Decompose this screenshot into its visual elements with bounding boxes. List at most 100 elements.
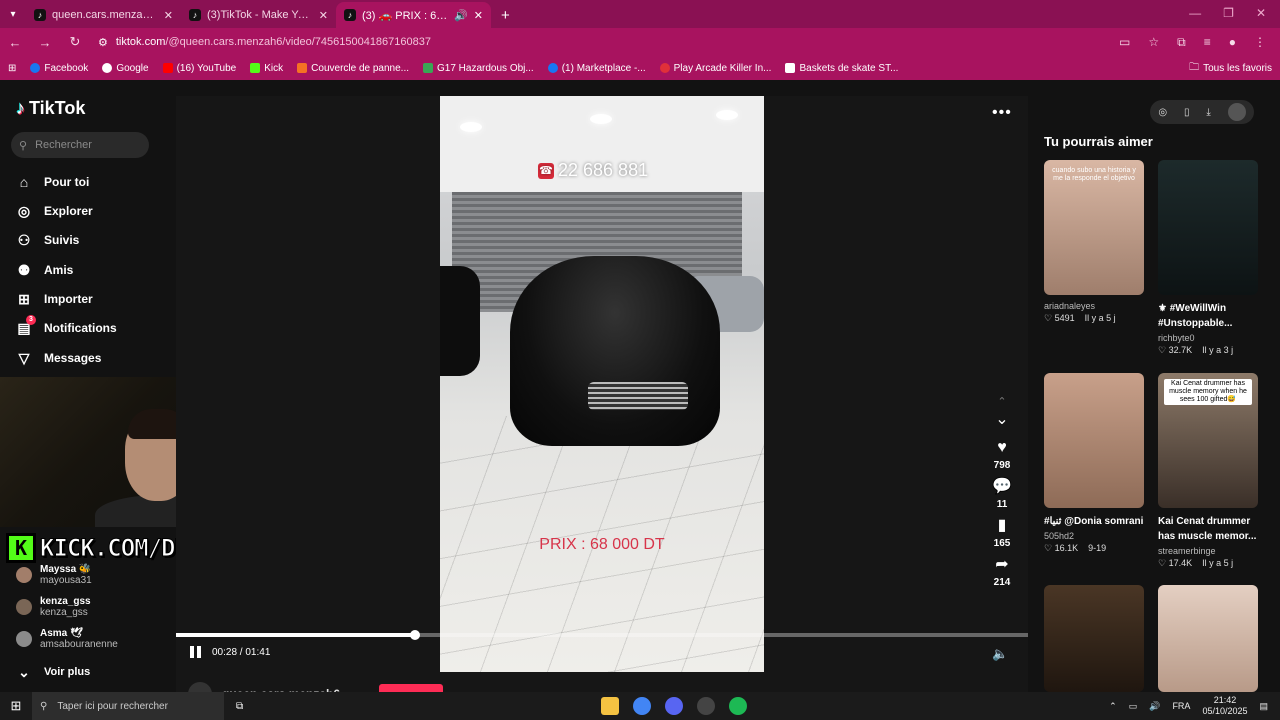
- chevron-up-icon[interactable]: ⌃: [1109, 701, 1117, 712]
- profile-icon[interactable]: ●: [1229, 35, 1236, 50]
- card-user[interactable]: streamerbinge: [1158, 546, 1258, 556]
- card-age: Il y a 5 j: [1202, 558, 1234, 568]
- sidebar-item-explorer[interactable]: ◎ Explorer: [16, 203, 93, 219]
- new-tab-button[interactable]: +: [491, 7, 520, 28]
- coin-icon[interactable]: ◎: [1158, 107, 1167, 118]
- all-bookmarks-folder[interactable]: 🗀 Tous les favoris: [1189, 60, 1272, 77]
- chevron-down-icon: ⌄: [18, 664, 30, 680]
- share-icon[interactable]: ➦: [995, 555, 1008, 575]
- following-account[interactable]: Mayssa 🐝 mayousa31: [16, 564, 92, 586]
- apps-icon[interactable]: ⊞: [8, 63, 16, 74]
- sidebar-item-pour-toi[interactable]: ⌂ Pour toi: [16, 174, 90, 190]
- video-thumbnail[interactable]: cuando subo una historia y me la respond…: [1044, 160, 1144, 295]
- url-field[interactable]: ⚙ tiktok.com/@queen.cars.menzah6/video/7…: [98, 31, 1103, 53]
- sidebar-item-importer[interactable]: ⊞ Importer: [16, 291, 93, 307]
- browser-tab-1[interactable]: ♪ queen.cars.menzah6 (@queen.c ✕: [26, 2, 181, 28]
- recommended-video-card[interactable]: Kai Cenat drummer has muscle memory when…: [1158, 373, 1258, 569]
- close-tab-icon[interactable]: ✕: [164, 9, 173, 22]
- language-indicator[interactable]: FRA: [1172, 701, 1190, 711]
- comment-icon[interactable]: 💬: [992, 477, 1012, 497]
- sidebar-item-messages[interactable]: ▽ Messages: [16, 350, 102, 366]
- minimize-icon[interactable]: —: [1189, 6, 1201, 20]
- bookmark-youtube[interactable]: (16) YouTube: [162, 63, 236, 74]
- back-icon[interactable]: ←: [8, 35, 22, 50]
- reload-icon[interactable]: ↻: [68, 34, 82, 50]
- bookmark-facebook[interactable]: Facebook: [30, 63, 88, 74]
- browser-tab-2[interactable]: ♪ (3)TikTok - Make Your Day ✕: [181, 2, 336, 28]
- close-tab-icon[interactable]: ✕: [319, 9, 328, 22]
- bookmark-arcade[interactable]: Play Arcade Killer In...: [659, 63, 771, 74]
- video-progress-bar[interactable]: [176, 630, 1028, 640]
- video-thumbnail[interactable]: Kai Cenat drummer has muscle memory when…: [1158, 373, 1258, 508]
- taskbar-search-input[interactable]: ⚲ Taper ici pour rechercher: [32, 692, 224, 720]
- menu-icon[interactable]: ⋮: [1254, 35, 1266, 50]
- close-tab-icon[interactable]: ✕: [474, 9, 483, 22]
- recommended-video-card[interactable]: ⚜ #WeWillWin #Unstoppable... richbyte0 ♡…: [1158, 160, 1258, 356]
- recommended-video-card[interactable]: #ثنيا @Donia somrani 505hd2 ♡ 16.1K 9-19: [1044, 373, 1144, 554]
- card-user[interactable]: 505hd2: [1044, 531, 1144, 541]
- progress-handle[interactable]: [409, 630, 420, 640]
- bookmark-couvercle[interactable]: Couvercle de panne...: [297, 63, 409, 74]
- following-account[interactable]: kenza_gss kenza_gss: [16, 596, 91, 618]
- see-more-link[interactable]: ⌄ Voir plus: [16, 664, 90, 680]
- bookmark-kick[interactable]: Kick: [250, 63, 283, 74]
- tiktok-note-icon: ♪: [16, 98, 25, 118]
- restore-icon[interactable]: ❐: [1223, 6, 1234, 20]
- tiktok-logo[interactable]: ♪ TikTok: [16, 98, 85, 119]
- clock[interactable]: 21:42 05/10/2025: [1202, 695, 1247, 717]
- cast-icon[interactable]: ▭: [1119, 35, 1130, 50]
- recommended-video-card[interactable]: cuando subo una historia y me la respond…: [1044, 160, 1144, 324]
- tab-search-button[interactable]: ▾: [0, 0, 26, 28]
- notification-badge: 3: [26, 315, 36, 325]
- bookmark-google[interactable]: Google: [102, 63, 149, 74]
- speaker-icon[interactable]: 🔊: [1149, 701, 1160, 712]
- device-icon[interactable]: ▯: [1184, 107, 1190, 118]
- media-icon[interactable]: ≡: [1204, 35, 1211, 50]
- obs-icon[interactable]: [697, 697, 716, 715]
- video-thumbnail[interactable]: [1158, 160, 1258, 295]
- card-user[interactable]: ariadnaleyes: [1044, 301, 1144, 311]
- star-icon[interactable]: ☆: [1148, 35, 1159, 50]
- discord-icon[interactable]: [665, 697, 684, 715]
- heart-icon[interactable]: ♥: [997, 438, 1007, 458]
- task-view-icon[interactable]: ⧉: [236, 701, 243, 712]
- speaker-icon[interactable]: 🔊: [454, 9, 468, 22]
- sidebar-item-suivis[interactable]: ⚇ Suivis: [16, 232, 80, 248]
- more-options-icon[interactable]: •••: [992, 104, 1012, 122]
- forward-icon[interactable]: →: [38, 35, 52, 50]
- network-icon[interactable]: ▭: [1129, 701, 1138, 712]
- file-explorer-icon[interactable]: [601, 697, 620, 715]
- card-title: ⚜ #WeWillWin #Unstoppable...: [1158, 303, 1233, 329]
- recommended-video-card[interactable]: [1044, 585, 1144, 692]
- pause-icon[interactable]: [190, 646, 202, 658]
- video-frame[interactable]: ☎ 22 686 881 PRIX : 68 000 DT: [440, 96, 764, 672]
- extensions-icon[interactable]: ⧉: [1177, 35, 1186, 50]
- bookmark-label: Baskets de skate ST...: [799, 62, 899, 74]
- download-icon[interactable]: ⤓: [1206, 107, 1210, 118]
- windows-start-icon[interactable]: ⊞: [0, 698, 32, 714]
- sidebar-item-amis[interactable]: ⚉ Amis: [16, 262, 74, 278]
- chevron-up-icon[interactable]: ⌃: [997, 392, 1006, 408]
- following-account[interactable]: Asma 🕊 amsabouranenne: [16, 628, 118, 650]
- sidebar-item-notifications[interactable]: ▤ 3 Notifications: [16, 315, 117, 336]
- site-info-icon[interactable]: ⚙: [98, 36, 108, 49]
- video-thumbnail[interactable]: [1044, 373, 1144, 508]
- browser-tab-3-active[interactable]: ♪ (3) 🚗 PRIX : 68 000 DT 🚗 🔊 ✕: [336, 2, 491, 28]
- video-thumbnail[interactable]: [1044, 585, 1144, 692]
- volume-icon[interactable]: 🔈: [992, 646, 1008, 662]
- spotify-icon[interactable]: [729, 697, 748, 715]
- chrome-icon[interactable]: [633, 697, 652, 715]
- video-thumbnail[interactable]: [1158, 585, 1258, 692]
- avatar[interactable]: [1227, 103, 1246, 121]
- close-window-icon[interactable]: ✕: [1256, 6, 1266, 20]
- bookmark-g17[interactable]: G17 Hazardous Obj...: [423, 63, 534, 74]
- chevron-down-icon[interactable]: ⌄: [995, 410, 1008, 430]
- card-user[interactable]: richbyte0: [1158, 333, 1258, 343]
- recommended-video-card[interactable]: [1158, 585, 1258, 692]
- search-input[interactable]: ⚲ Rechercher: [11, 132, 149, 158]
- bookmark-marketplace[interactable]: (1) Marketplace -...: [547, 63, 646, 74]
- bookmark-baskets[interactable]: Baskets de skate ST...: [785, 63, 898, 74]
- bookmark-icon[interactable]: ▮: [998, 516, 1007, 536]
- notification-center-icon[interactable]: ▤: [1259, 701, 1268, 712]
- clock-date: 05/10/2025: [1202, 706, 1248, 716]
